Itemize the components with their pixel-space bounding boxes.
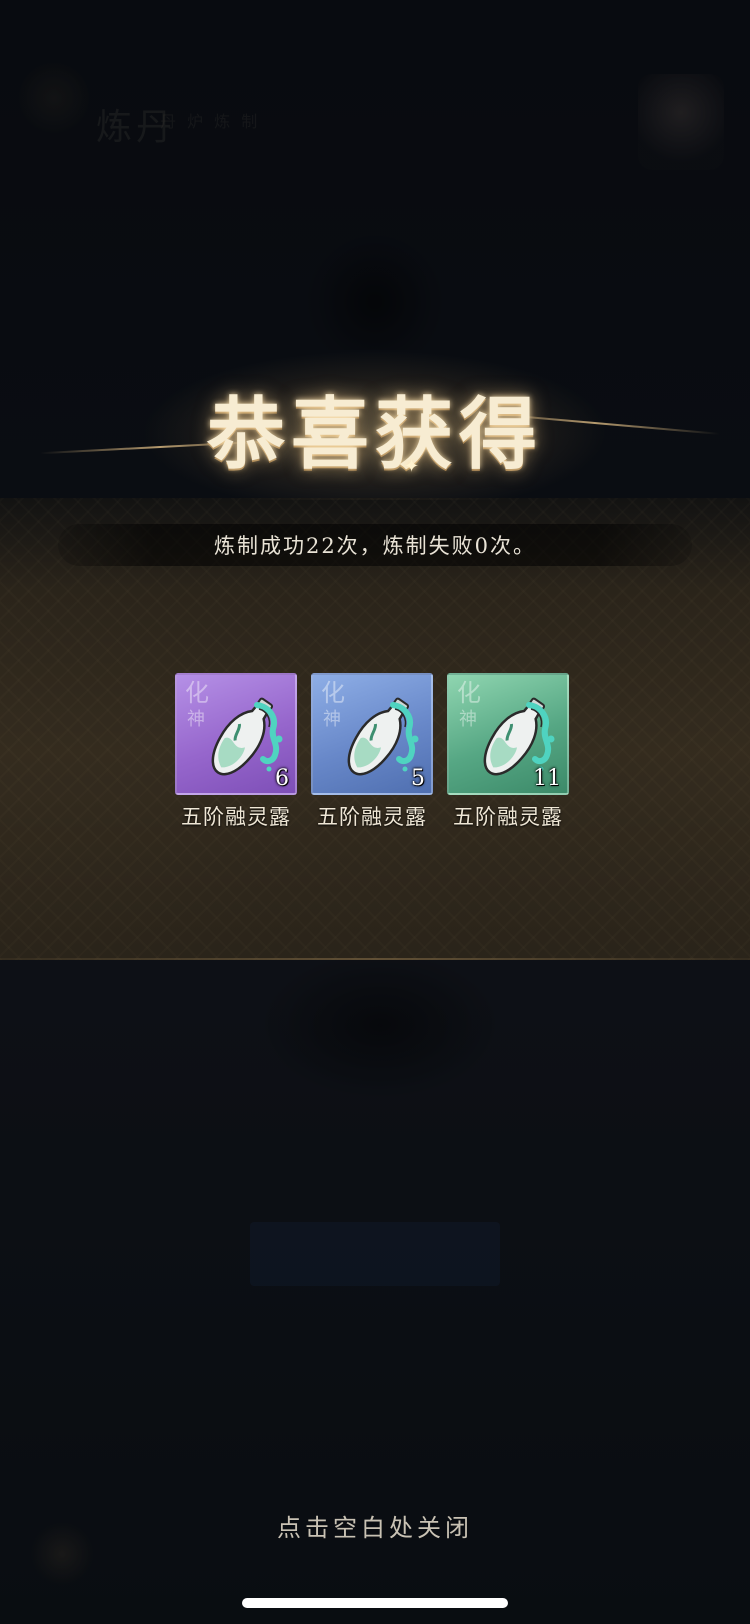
item-count: 11 — [533, 766, 561, 791]
item-count: 5 — [411, 766, 425, 791]
spirit-dew-bottle-icon — [347, 697, 419, 776]
item-card[interactable]: 化 神 11 — [447, 673, 569, 795]
reward-overlay-screen[interactable]: 炼丹 丹 炉 炼 制 恭喜获得 ✦ 炼制成功22次，炼制失败0次。 化 神 6 … — [0, 0, 750, 1624]
item-name: 五阶融灵露 — [453, 805, 563, 829]
reward-item[interactable]: 化 神 11 五阶融灵露 — [447, 673, 569, 831]
result-bar: 炼制成功22次，炼制失败0次。 — [58, 524, 692, 566]
home-indicator[interactable] — [242, 1598, 508, 1608]
sparkle-icon: ✦ — [404, 456, 420, 477]
item-name: 五阶融灵露 — [181, 805, 291, 829]
close-hint[interactable]: 点击空白处关闭 — [0, 1508, 750, 1543]
reward-item[interactable]: 化 神 6 五阶融灵露 — [175, 673, 297, 831]
spirit-dew-bottle-icon — [211, 697, 283, 776]
item-count: 6 — [275, 766, 289, 791]
item-card[interactable]: 化 神 5 — [311, 673, 433, 795]
reward-item[interactable]: 化 神 5 五阶融灵露 — [311, 673, 433, 831]
result-text: 炼制成功22次，炼制失败0次。 — [213, 534, 537, 558]
item-name: 五阶融灵露 — [317, 805, 427, 829]
reward-item-list: 化 神 6 五阶融灵露 化 神 5 五阶融灵露 化 神 11 五阶融灵露 — [175, 673, 585, 833]
reward-title: 恭喜获得 — [206, 389, 543, 480]
item-card[interactable]: 化 神 6 — [175, 673, 297, 795]
